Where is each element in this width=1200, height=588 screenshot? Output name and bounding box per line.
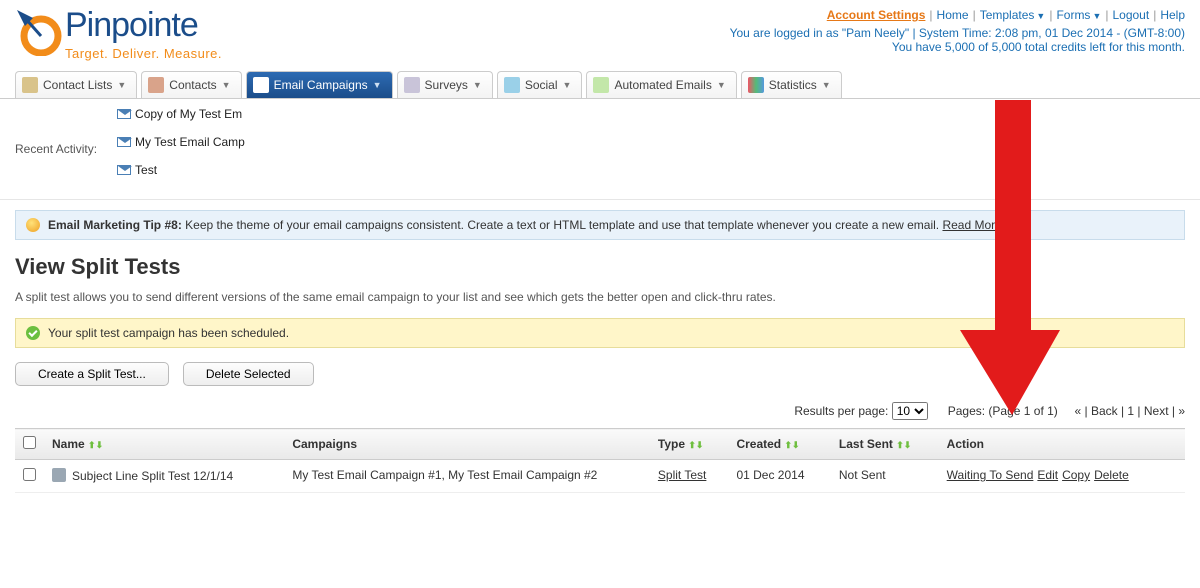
brand-tagline: Target. Deliver. Measure. <box>65 46 222 61</box>
row-created: 01 Dec 2014 <box>728 460 830 493</box>
mail-icon <box>117 109 131 119</box>
tab-contact-lists[interactable]: Contact Lists ▼ <box>15 71 137 98</box>
tab-label: Social <box>525 78 558 92</box>
col-created[interactable]: Created ⬆⬇ <box>728 429 830 460</box>
col-checkbox <box>15 429 44 460</box>
row-type[interactable]: Split Test <box>658 468 706 482</box>
chevron-down-icon: ▼ <box>117 80 126 90</box>
ic-contacts-icon <box>148 77 164 93</box>
tab-label: Contact Lists <box>43 78 112 92</box>
tip-bar: Email Marketing Tip #8: Keep the theme o… <box>15 210 1185 240</box>
action-delete[interactable]: Delete <box>1094 468 1129 482</box>
col-action[interactable]: Action <box>939 429 1185 460</box>
tab-email-campaigns[interactable]: Email Campaigns ▼ <box>246 71 393 98</box>
pages-nav[interactable]: « | Back | 1 | Next | » <box>1074 404 1185 418</box>
tab-label: Automated Emails <box>614 78 711 92</box>
sort-icon[interactable]: ⬆⬇ <box>784 440 799 450</box>
topnav-home[interactable]: Home <box>937 8 969 22</box>
sort-icon[interactable]: ⬆⬇ <box>896 440 911 450</box>
header-right: Account Settings|Home|Templates▼|Forms▼|… <box>730 8 1185 54</box>
target-arrow-icon <box>15 8 63 56</box>
ic-social-icon <box>504 77 520 93</box>
logo-mark <box>15 8 63 56</box>
tip-readmore[interactable]: Read More... <box>942 218 1011 232</box>
chevron-down-icon: ▼ <box>717 80 726 90</box>
action-edit[interactable]: Edit <box>1037 468 1058 482</box>
login-status: You are logged in as "Pam Neely" | Syste… <box>730 26 1185 40</box>
top-nav: Account Settings|Home|Templates▼|Forms▼|… <box>730 8 1185 22</box>
tab-automated-emails[interactable]: Automated Emails ▼ <box>586 71 736 98</box>
page-desc: A split test allows you to send differen… <box>0 290 1200 304</box>
page-title: View Split Tests <box>0 254 1200 280</box>
tab-label: Statistics <box>769 78 817 92</box>
credits-status: You have 5,000 of 5,000 total credits le… <box>730 40 1185 54</box>
col-type[interactable]: Type ⬆⬇ <box>650 429 729 460</box>
success-banner: Your split test campaign has been schedu… <box>15 318 1185 348</box>
chevron-down-icon: ▼ <box>1036 11 1045 21</box>
header: Pinpointe Target. Deliver. Measure. Acco… <box>0 0 1200 71</box>
create-split-test-button[interactable]: Create a Split Test... <box>15 362 169 386</box>
wrench-icon[interactable] <box>52 468 66 482</box>
topnav-forms[interactable]: Forms <box>1056 8 1090 22</box>
ic-stats-icon <box>748 77 764 93</box>
recent-label: Recent Activity: <box>15 142 97 156</box>
row-lastsent: Not Sent <box>831 460 939 493</box>
main-nav: Contact Lists▼Contacts▼Email Campaigns▼S… <box>0 71 1200 99</box>
col-campaigns[interactable]: Campaigns <box>284 429 650 460</box>
rpp-select[interactable]: 10 <box>892 402 928 420</box>
chevron-down-icon: ▼ <box>222 80 231 90</box>
pages-label: Pages: (Page 1 of 1) <box>948 404 1058 418</box>
sort-icon[interactable]: ⬆⬇ <box>688 440 703 450</box>
delete-selected-button[interactable]: Delete Selected <box>183 362 314 386</box>
col-last-sent[interactable]: Last Sent ⬆⬇ <box>831 429 939 460</box>
col-name[interactable]: Name ⬆⬇ <box>44 429 284 460</box>
recent-item[interactable]: Copy of My Test Em <box>117 107 245 121</box>
sort-icon[interactable]: ⬆⬇ <box>88 440 103 450</box>
tip-body: Keep the theme of your email campaigns c… <box>185 218 939 232</box>
tip-title: Email Marketing Tip #8: <box>48 218 182 232</box>
chevron-down-icon: ▼ <box>373 80 382 90</box>
tab-label: Email Campaigns <box>274 78 368 92</box>
action-buttons: Create a Split Test... Delete Selected <box>0 362 1200 386</box>
ic-email-icon <box>253 77 269 93</box>
tab-statistics[interactable]: Statistics ▼ <box>741 71 842 98</box>
ic-contactlists-icon <box>22 77 38 93</box>
ic-surveys-icon <box>404 77 420 93</box>
action-waiting-to-send[interactable]: Waiting To Send <box>947 468 1034 482</box>
select-all-checkbox[interactable] <box>23 436 36 449</box>
row-actions: Waiting To SendEdit Copy Delete <box>939 460 1185 493</box>
row-campaigns: My Test Email Campaign #1, My Test Email… <box>284 460 650 493</box>
brand-name: Pinpointe <box>65 8 222 42</box>
chevron-down-icon: ▼ <box>473 80 482 90</box>
recent-item[interactable]: Test <box>117 163 245 177</box>
tab-contacts[interactable]: Contacts ▼ <box>141 71 241 98</box>
lightbulb-icon <box>26 218 40 232</box>
tab-social[interactable]: Social ▼ <box>497 71 583 98</box>
rpp-label: Results per page: <box>794 404 888 418</box>
tab-label: Surveys <box>425 78 468 92</box>
row-checkbox[interactable] <box>23 468 36 481</box>
recent-item[interactable]: My Test Email Camp <box>117 135 245 149</box>
topnav-help[interactable]: Help <box>1160 8 1185 22</box>
mail-icon <box>117 137 131 147</box>
mail-icon <box>117 165 131 175</box>
split-tests-table: Name ⬆⬇Campaigns Type ⬆⬇Created ⬆⬇Last S… <box>15 428 1185 493</box>
brand-logo[interactable]: Pinpointe Target. Deliver. Measure. <box>15 8 222 61</box>
table-row: Subject Line Split Test 12/1/14 My Test E… <box>15 460 1185 493</box>
tab-surveys[interactable]: Surveys ▼ <box>397 71 493 98</box>
topnav-logout[interactable]: Logout <box>1112 8 1149 22</box>
topnav-account-settings[interactable]: Account Settings <box>827 8 926 22</box>
success-text: Your split test campaign has been schedu… <box>48 326 289 340</box>
recent-activity: Recent Activity: Copy of My Test Em My T… <box>0 99 1200 200</box>
chevron-down-icon: ▼ <box>1092 11 1101 21</box>
pager: Results per page: 10 Pages: (Page 1 of 1… <box>0 402 1200 428</box>
chevron-down-icon: ▼ <box>563 80 572 90</box>
tab-label: Contacts <box>169 78 216 92</box>
action-copy[interactable]: Copy <box>1062 468 1090 482</box>
check-icon <box>26 326 40 340</box>
chevron-down-icon: ▼ <box>822 80 831 90</box>
ic-auto-icon <box>593 77 609 93</box>
row-name: Subject Line Split Test 12/1/14 <box>72 469 233 483</box>
topnav-templates[interactable]: Templates <box>980 8 1035 22</box>
